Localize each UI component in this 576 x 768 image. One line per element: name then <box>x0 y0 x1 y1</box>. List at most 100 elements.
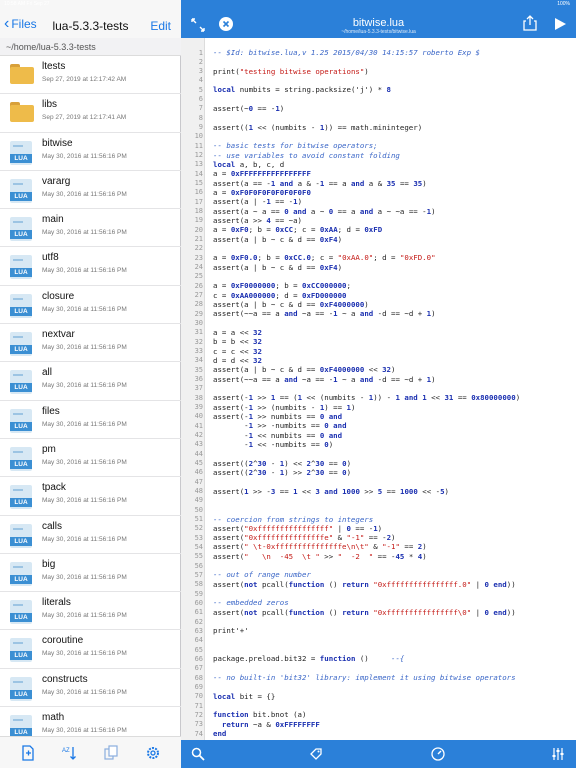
code-line[interactable]: d = d << 32 <box>213 356 262 365</box>
code-line[interactable]: local numbits = string.packsize('j') * 8 <box>213 85 391 94</box>
code-line[interactable]: print("testing bitwise operations") <box>213 67 369 76</box>
line-number: 9 <box>198 123 203 132</box>
code-line[interactable]: local a, b, c, d <box>213 160 284 169</box>
code-line[interactable]: -- embedded zeros <box>213 598 289 607</box>
line-number: 16 <box>194 188 203 197</box>
line-number: 29 <box>194 309 203 318</box>
battery-level: 100% <box>557 1 570 7</box>
code-line[interactable]: assert(-1 >> (numbits - 1) == 1) <box>213 403 355 412</box>
code-line[interactable]: assert((2^30 - 1) >> 2^30 == 0) <box>213 468 351 477</box>
code-editor[interactable]: 1 2 3 4 5 6 7 8 9 10 11 12 13 14 15 16 17 18 19 20 21 22 23 24 2… <box>181 38 576 740</box>
code-line[interactable]: assert(a | b ~ c & d == 0xF4) <box>213 235 342 244</box>
code-line[interactable]: assert((1 << (numbits - 1)) == math.mini… <box>213 123 422 132</box>
lua-file-icon: LUA <box>10 446 32 471</box>
file-path: ~/home/lua-5.3.3-tests/bitwise.lua <box>341 29 416 35</box>
file-list-item[interactable]: LUA pm May 30, 2016 at 11:56:16 PM <box>0 439 181 478</box>
code-line[interactable]: end <box>213 729 226 738</box>
code-line[interactable]: assert(" \t-0xfffffffffffffffe\n\t" & "-… <box>213 542 427 551</box>
code-line[interactable]: c = c << 32 <box>213 347 262 356</box>
file-list-item[interactable]: LUA all May 30, 2016 at 11:56:16 PM <box>0 362 181 401</box>
code-line[interactable]: local bit = {} <box>213 692 275 701</box>
bookmark-tag-icon[interactable] <box>309 747 323 761</box>
code-line[interactable]: return ~a & 0xFFFFFFFF <box>213 720 320 729</box>
code-line[interactable]: -- out of range number <box>213 570 311 579</box>
line-number: 56 <box>194 561 203 570</box>
file-date: May 30, 2016 at 11:56:16 PM <box>42 420 127 428</box>
file-list-item[interactable]: LUA main May 30, 2016 at 11:56:16 PM <box>0 209 181 248</box>
code-line[interactable]: print'+' <box>213 626 249 635</box>
code-line[interactable]: assert(a | b ~ c & d == 0xF4000000) <box>213 300 369 309</box>
code-line[interactable]: assert(a >> 4 == ~a) <box>213 216 302 225</box>
file-list-item[interactable]: LUA files May 30, 2016 at 11:56:16 PM <box>0 401 181 439</box>
code-line[interactable]: a = 0xF0.0; b = 0xCC.0; c = "0xAA.0"; d … <box>213 253 436 262</box>
file-list-item[interactable]: LUA math May 30, 2016 at 11:56:16 PM <box>0 707 181 736</box>
code-line[interactable]: assert((2^30 - 1) << 2^30 == 0) <box>213 459 351 468</box>
code-line[interactable]: a = 0xF0F0F0F0F0F0F0F0 <box>213 188 311 197</box>
file-list-item[interactable]: LUA coroutine May 30, 2016 at 11:56:16 PM <box>0 630 181 669</box>
sliders-icon[interactable] <box>551 747 565 761</box>
new-file-icon[interactable] <box>20 745 36 761</box>
line-number: 70 <box>194 692 203 701</box>
code-line[interactable]: a = 0xF0; b = 0xCC; c = 0xAA; d = 0xFD <box>213 225 382 234</box>
file-list-item[interactable]: LUA tpack May 30, 2016 at 11:56:16 PM <box>0 477 181 516</box>
code-line[interactable]: assert(-1 >> numbits == 0 and <box>213 412 342 421</box>
line-number: 2 <box>198 57 203 66</box>
code-line[interactable]: c = 0xAA000000; d = 0xFD000000 <box>213 291 347 300</box>
code-line[interactable]: assert(not pcall(function () return "0xf… <box>213 608 516 617</box>
file-list-item[interactable]: LUA nextvar May 30, 2016 at 11:56:16 PM <box>0 324 181 363</box>
file-list-item[interactable]: LUA literals May 30, 2016 at 11:56:16 PM <box>0 592 181 631</box>
code-line[interactable]: assert("0xffffffffffffffff" | 0 == -1) <box>213 524 382 533</box>
code-line[interactable]: assert(~0 == -1) <box>213 104 284 113</box>
code-line[interactable]: function bit.bnot (a) <box>213 710 306 719</box>
code-line[interactable]: -1 << numbits == 0 and <box>213 431 342 440</box>
line-number: 10 <box>194 132 203 141</box>
settings-gear-icon[interactable] <box>145 745 161 761</box>
edit-button[interactable]: Edit <box>150 19 171 33</box>
speedometer-icon[interactable] <box>431 747 445 761</box>
code-line[interactable]: -1 >> -numbits == 0 and <box>213 421 346 430</box>
file-list-item[interactable]: LUA calls May 30, 2016 at 11:56:16 PM <box>0 516 181 554</box>
code-line[interactable]: assert(a ~ a == 0 and a ~ 0 == a and a ~… <box>213 207 436 216</box>
copy-icon[interactable] <box>103 745 119 761</box>
code-line[interactable]: assert(a | b ~ c & d == 0xF4000000 << 32… <box>213 365 395 374</box>
file-list-item[interactable]: LUA constructs May 30, 2016 at 11:56:16 PM <box>0 669 181 708</box>
sort-icon[interactable]: AZ <box>61 745 77 761</box>
run-play-icon[interactable] <box>553 17 567 31</box>
status-bar: 10:58 AM Fri Sep 27 100% <box>0 0 576 8</box>
code-line[interactable]: a = a << 32 <box>213 328 262 337</box>
code-line[interactable]: assert(not pcall(function () return "0xf… <box>213 580 516 589</box>
code-line[interactable]: assert(-1 >> 1 == (1 << (numbits - 1)) -… <box>213 393 520 402</box>
code-line[interactable]: assert(~~a == a and ~a == -1 ~ a and -d … <box>213 375 436 384</box>
file-list-item[interactable]: ltests Sep 27, 2019 at 12:17:42 AM <box>0 56 181 95</box>
line-number: 72 <box>194 710 203 719</box>
code-line[interactable]: assert(1 >> -3 == 1 << 3 and 1000 >> 5 =… <box>213 487 449 496</box>
code-line[interactable]: a = 0xF0000000; b = 0xCC000000; <box>213 281 351 290</box>
file-list-item[interactable]: LUA closure May 30, 2016 at 11:56:16 PM <box>0 286 181 325</box>
line-number: 69 <box>194 682 203 691</box>
file-list-item[interactable]: LUA bitwise May 30, 2016 at 11:56:16 PM <box>0 133 181 171</box>
code-line[interactable]: -- coercion from strings to integers <box>213 515 373 524</box>
file-name: math <box>42 712 65 724</box>
file-list-item[interactable]: LUA utf8 May 30, 2016 at 11:56:16 PM <box>0 247 181 286</box>
code-line[interactable]: -1 << -numbits == 0) <box>213 440 333 449</box>
code-line[interactable]: -- basic tests for bitwise operators; <box>213 141 378 150</box>
file-list-item[interactable]: libs Sep 27, 2019 at 12:17:41 AM <box>0 94 181 133</box>
code-line[interactable]: -- use variables to avoid constant foldi… <box>213 151 400 160</box>
file-date: May 30, 2016 at 11:56:16 PM <box>42 688 127 696</box>
share-icon[interactable] <box>523 15 537 31</box>
code-line[interactable]: assert(" \n -45 \t " >> " -2 " == -45 * … <box>213 552 427 561</box>
code-line[interactable]: assert(a == -1 and a & -1 == a and a & 3… <box>213 179 427 188</box>
code-line[interactable]: assert(~~a == a and ~a == -1 ~ a and -d … <box>213 309 436 318</box>
code-line[interactable]: package.preload.bit32 = function () --{ <box>213 654 404 663</box>
line-number: 45 <box>194 459 203 468</box>
code-line[interactable]: -- $Id: bitwise.lua,v 1.25 2015/04/30 14… <box>213 48 480 57</box>
code-line[interactable]: assert(a | b ~ c & d == 0xF4) <box>213 263 342 272</box>
search-icon[interactable] <box>191 747 205 761</box>
code-line[interactable]: b = b << 32 <box>213 337 262 346</box>
code-line[interactable]: -- no built-in 'bit32' library: implemen… <box>213 673 516 682</box>
file-list-item[interactable]: LUA big May 30, 2016 at 11:56:16 PM <box>0 554 181 593</box>
file-list-item[interactable]: LUA vararg May 30, 2016 at 11:56:16 PM <box>0 171 181 210</box>
code-line[interactable]: assert("0xfffffffffffffffe" & "-1" == -2… <box>213 533 395 542</box>
code-line[interactable]: a = 0xFFFFFFFFFFFFFFFF <box>213 169 311 178</box>
code-line[interactable]: assert(a | -1 == -1) <box>213 197 302 206</box>
